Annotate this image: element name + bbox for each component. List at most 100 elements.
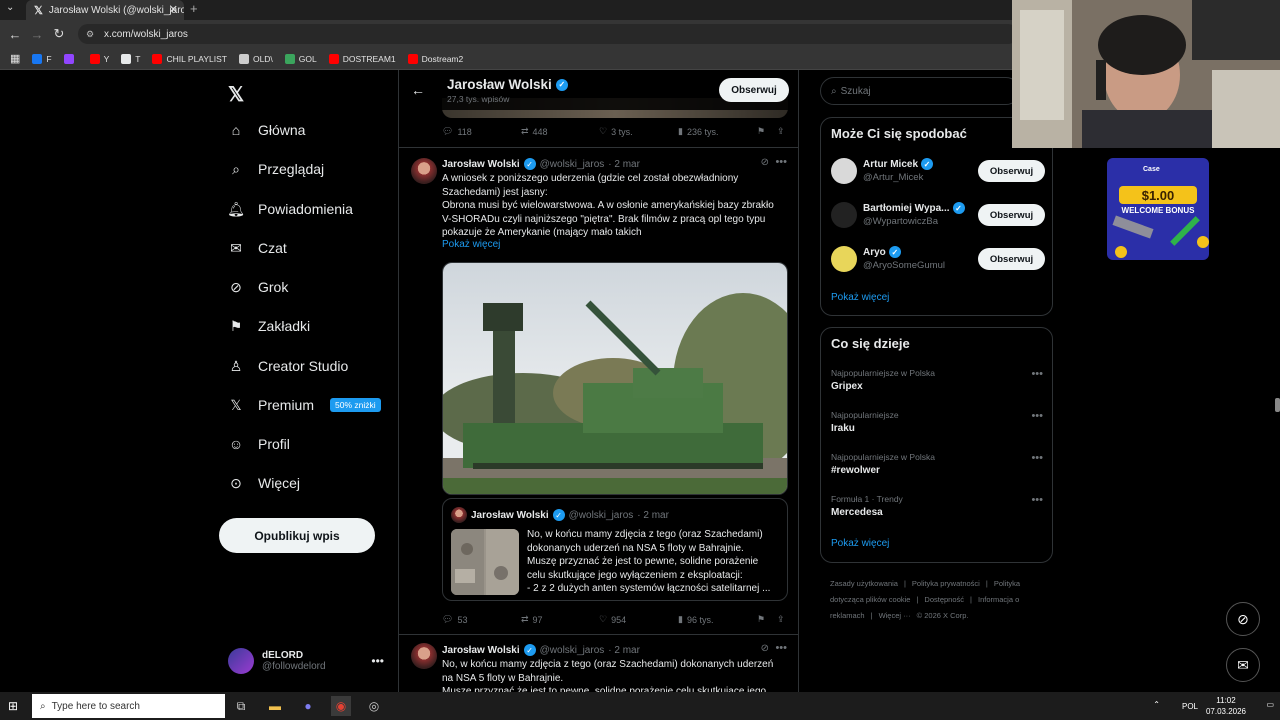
footer-link[interactable]: © 2026 X Corp.	[917, 611, 969, 620]
show-more-link[interactable]: Pokaż więcej	[831, 538, 889, 549]
new-tab-button[interactable]: +	[190, 1, 198, 16]
more-dots-icon[interactable]: •••	[775, 156, 787, 168]
forward-nav-icon[interactable]: →	[26, 27, 48, 42]
file-explorer-icon[interactable]: ▬	[265, 696, 285, 716]
bookmark-item[interactable]: GOL	[284, 53, 317, 64]
nav-item-czat[interactable]: ✉ Czat	[228, 240, 287, 257]
nav-item-profil[interactable]: ☺ Profil	[228, 436, 290, 452]
nav-item-przeglądaj[interactable]: ⌕ Przeglądaj	[228, 161, 324, 178]
notifications-icon[interactable]: ▭	[1266, 699, 1274, 710]
back-arrow-icon[interactable]: ←	[411, 82, 425, 98]
footer-link[interactable]: Więcej ···	[879, 611, 911, 620]
follow-button[interactable]: Obserwuj	[978, 160, 1045, 182]
follow-button[interactable]: Obserwuj	[978, 204, 1045, 226]
bookmark-item[interactable]: CHIL PLAYLIST	[152, 53, 227, 64]
tweet[interactable]: Jarosław Wolski ✓ @wolski_jaros · 2 mar …	[399, 635, 798, 692]
messages-fab-icon[interactable]: ✉	[1226, 648, 1260, 682]
nav-item-grok[interactable]: ⊘ Grok	[228, 279, 288, 296]
browser-tab[interactable]: 𝕏 Jarosław Wolski (@wolski_jaros ✕	[26, 0, 184, 20]
main-timeline[interactable]: 💬︎ 118 ⇄ 448 ♡ 3 tys. ▮ 236 tys. ⚑ ⇪ ← Jaros…	[398, 70, 799, 692]
bookmark-item[interactable]: T	[121, 53, 140, 64]
more-dots-icon[interactable]: •••	[1031, 452, 1043, 464]
show-more-link[interactable]: Pokaż więcej	[442, 239, 500, 250]
nav-item-creator-studio[interactable]: ♙ Creator Studio	[228, 358, 349, 375]
author-name[interactable]: Jarosław Wolski	[442, 645, 520, 656]
quoted-tweet[interactable]: Jarosław Wolski ✓ @wolski_jaros · 2 mar …	[442, 498, 788, 601]
nav-item-więcej[interactable]: ⊙ Więcej	[228, 475, 300, 492]
apps-grid-icon[interactable]: ▦	[10, 52, 20, 65]
author-name[interactable]: Jarosław Wolski	[442, 159, 520, 170]
bookmark-item[interactable]: F	[32, 53, 52, 64]
taskbar-search-input[interactable]: ⌕ Type here to search	[32, 694, 225, 718]
nav-item-zakładki[interactable]: ⚑ Zakładki	[228, 318, 310, 335]
grok-icon[interactable]: ⊘	[761, 643, 769, 654]
trend-item[interactable]: Formuła 1 · Trendy Mercedesa •••	[831, 494, 1045, 518]
account-switcher[interactable]: dELORD @followdelord •••	[228, 648, 388, 674]
author-handle[interactable]: @wolski_jaros	[540, 645, 605, 656]
grok-fab-icon[interactable]: ⊘	[1226, 602, 1260, 636]
windows-start-icon[interactable]: ⊞	[8, 699, 18, 713]
nav-item-główna[interactable]: ⌂ Główna	[228, 122, 306, 138]
obs-icon[interactable]: ◎	[364, 696, 384, 716]
more-dots-icon[interactable]: •••	[1031, 410, 1043, 422]
tweet-image[interactable]	[442, 262, 788, 495]
address-bar[interactable]: ⚙ x.com/wolski_jaros	[78, 24, 1018, 44]
bookmark-item[interactable]	[63, 53, 78, 64]
tweet-date[interactable]: · 2 mar	[608, 159, 640, 170]
discord-icon[interactable]: ●	[298, 696, 318, 716]
trend-item[interactable]: Najpopularniejsze Iraku •••	[831, 410, 1045, 434]
bookmark-icon[interactable]: ⚑	[757, 614, 765, 625]
bookmark-item[interactable]: Y	[89, 53, 109, 64]
tab-search-icon[interactable]: ⌄	[6, 2, 20, 16]
tweet-date[interactable]: · 2 mar	[608, 645, 640, 656]
bookmark-item[interactable]: DOSTREAM1	[328, 53, 396, 64]
views-button[interactable]: ▮ 236 tys.	[678, 126, 718, 137]
author-handle[interactable]: @wolski_jaros	[540, 159, 605, 170]
show-more-link[interactable]: Pokaż więcej	[831, 292, 889, 303]
bookmark-icon[interactable]: ⚑	[757, 126, 765, 137]
reply-button[interactable]: 💬︎ 53	[442, 614, 467, 625]
suggested-user[interactable]: Aryo ✓ @AryoSomeGumul Obserwuj	[831, 242, 1045, 278]
more-dots-icon[interactable]: •••	[1031, 494, 1043, 506]
clock-date[interactable]: 07.03.2026	[1204, 706, 1248, 717]
trend-item[interactable]: Najpopularniejsze w Polska #rewolwer •••	[831, 452, 1045, 476]
grok-icon[interactable]: ⊘	[761, 157, 769, 168]
task-view-icon[interactable]: ⧉	[231, 696, 251, 716]
back-nav-icon[interactable]: ←	[4, 27, 26, 42]
footer-link[interactable]: Dostępność	[924, 595, 964, 604]
suggested-user[interactable]: Artur Micek ✓ @Artur_Micek Obserwuj	[831, 154, 1045, 190]
scrollbar[interactable]	[1275, 398, 1280, 412]
footer-link[interactable]: Zasady użytkowania	[830, 579, 898, 588]
search-input[interactable]: ⌕ Szukaj	[820, 77, 1020, 105]
nav-item-powiadomienia[interactable]: 🔔︎ Powiadomienia	[227, 201, 353, 218]
follow-button[interactable]: Obserwuj	[719, 78, 789, 102]
trend-item[interactable]: Najpopularniejsze w Polska Gripex •••	[831, 368, 1045, 392]
share-icon[interactable]: ⇪	[777, 614, 785, 625]
publish-post-button[interactable]: Opublikuj wpis	[219, 518, 375, 553]
like-button[interactable]: ♡ 3 tys.	[599, 126, 633, 137]
tab-close-icon[interactable]: ✕	[169, 3, 178, 16]
site-info-icon[interactable]: ⚙	[86, 29, 94, 40]
nav-item-premium[interactable]: 𝕏 Premium 50% zniżki	[228, 397, 381, 413]
like-button[interactable]: ♡ 954	[599, 614, 626, 625]
more-dots-icon[interactable]: •••	[1031, 368, 1043, 380]
x-home-logo-icon[interactable]: 𝕏	[228, 82, 244, 107]
views-button[interactable]: ▮ 96 tys.	[678, 614, 713, 625]
share-icon[interactable]: ⇪	[777, 126, 785, 137]
language-indicator[interactable]: POL	[1182, 701, 1198, 712]
suggested-user[interactable]: Bartłomiej Wypa... ✓ @WypartowiczBa Obserwu…	[831, 198, 1045, 234]
more-dots-icon[interactable]: •••	[371, 654, 384, 668]
repost-button[interactable]: ⇄ 448	[521, 126, 548, 137]
repost-button[interactable]: ⇄ 97	[521, 614, 543, 625]
clock-time[interactable]: 11:02	[1204, 695, 1248, 706]
chrome-icon[interactable]: ◉	[331, 696, 351, 716]
avatar[interactable]	[411, 158, 437, 184]
more-dots-icon[interactable]: •••	[775, 642, 787, 654]
reload-icon[interactable]: ↻	[48, 26, 70, 42]
bookmark-item[interactable]: Dostream2	[407, 53, 463, 64]
bookmark-item[interactable]: OLD\	[238, 53, 273, 64]
avatar[interactable]	[411, 643, 437, 669]
reply-button[interactable]: 💬︎ 118	[442, 126, 472, 137]
follow-button[interactable]: Obserwuj	[978, 248, 1045, 270]
footer-link[interactable]: Polityka prywatności	[912, 579, 980, 588]
